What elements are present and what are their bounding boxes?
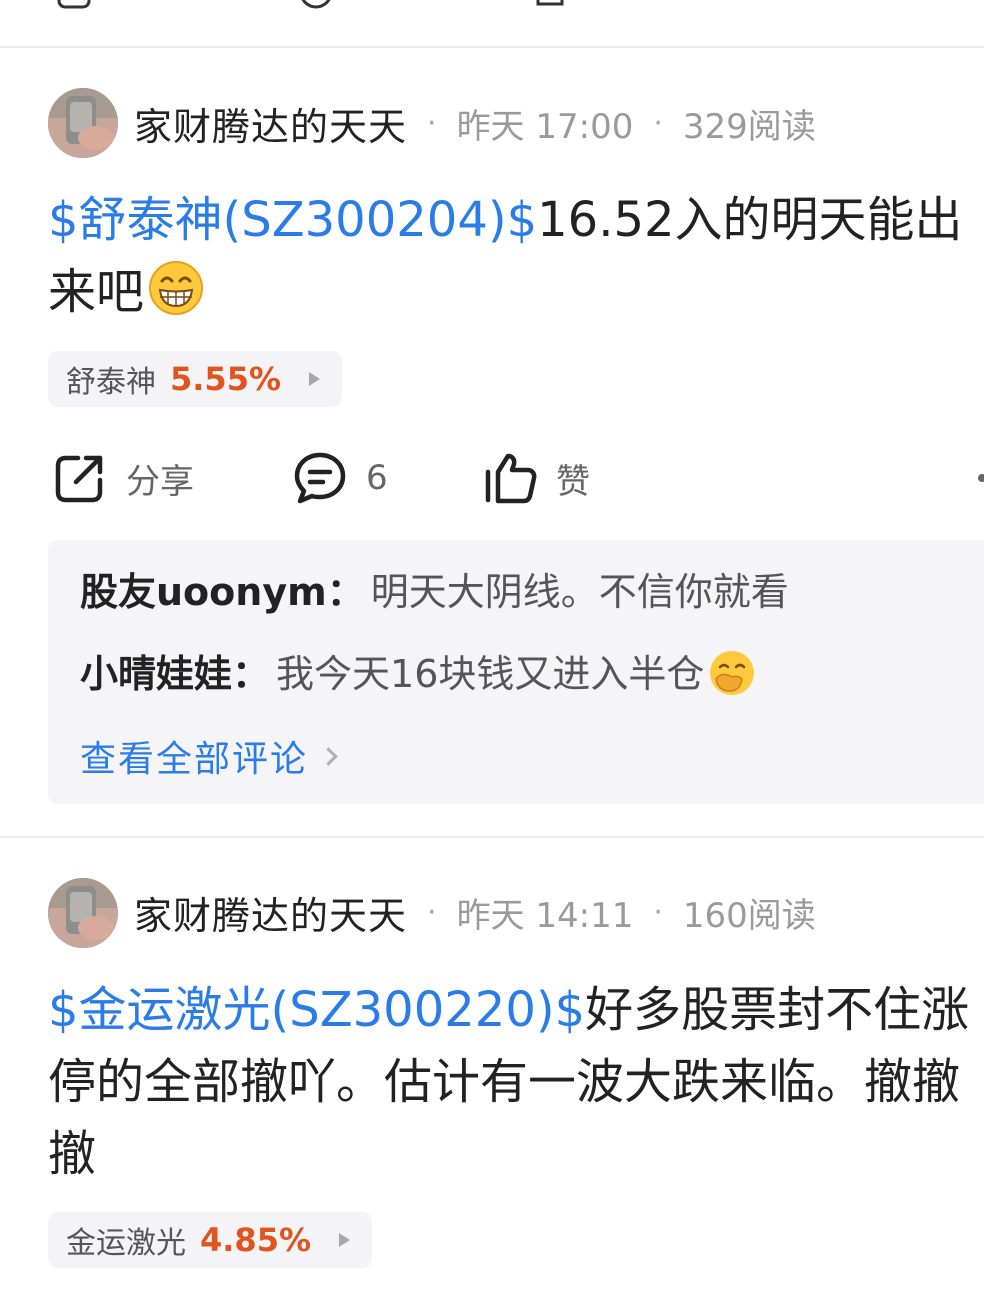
post-card[interactable]: 家财腾达的天天 · 昨天 14:11 · 160阅读 $金运激光(SZ30022… <box>0 840 984 1316</box>
comment-colon: ： <box>326 570 365 614</box>
read-count: 329阅读 <box>682 106 816 147</box>
post-text: 撤 <box>48 1126 97 1182</box>
post-meta: 家财腾达的天天 · 昨天 14:11 · 160阅读 <box>134 882 816 942</box>
author-name[interactable]: 家财腾达的天天 <box>134 96 407 151</box>
post-text: 来吧 <box>48 264 145 320</box>
comment-author[interactable]: 股友uoonym <box>80 570 327 614</box>
comment-icon <box>294 452 346 504</box>
view-all-comments-link[interactable]: 查看全部评论 <box>80 730 338 782</box>
comment-button[interactable]: 6 <box>292 443 388 513</box>
share-label: 分享 <box>126 461 194 502</box>
post-content-line: 撤 <box>48 1118 984 1190</box>
post-meta: 家财腾达的天天 · 昨天 17:00 · 329阅读 <box>134 93 816 153</box>
comment-text: 我今天16块钱又进入半仓 <box>276 652 705 696</box>
hand-over-mouth-icon <box>710 651 755 695</box>
avatar[interactable] <box>48 878 118 948</box>
post-text: 16.52入的明天能出 <box>537 192 963 248</box>
stock-link[interactable]: $舒泰神(SZ300204)$ <box>48 192 537 248</box>
play-arrow-icon <box>309 372 321 386</box>
meta-separator: · <box>427 105 437 141</box>
avatar[interactable] <box>48 88 118 158</box>
meta-separator: · <box>653 105 663 141</box>
post-time: 昨天 14:11 <box>456 895 634 936</box>
play-arrow-icon <box>339 1233 351 1247</box>
share-button[interactable]: 分享 <box>52 443 194 513</box>
stock-chip[interactable]: 金运激光 4.85% <box>48 1212 373 1268</box>
author-name[interactable]: 家财腾达的天天 <box>134 885 407 940</box>
post-content-line: $金运激光(SZ300220)$好多股票封不住涨 <box>48 974 984 1046</box>
stock-chip-name: 金运激光 <box>66 1226 186 1261</box>
share-icon <box>55 455 103 503</box>
stock-chip[interactable]: 舒泰神 5.55% <box>48 351 343 407</box>
comment-text: 明天大阴线。不信你就看 <box>370 570 789 614</box>
stock-chip-name: 舒泰神 <box>66 365 156 400</box>
post-time: 昨天 17:00 <box>456 106 634 147</box>
post-content[interactable]: $金运激光(SZ300220)$好多股票封不住涨 停的全部撤吖。估计有一波大跌来… <box>48 974 984 1190</box>
stock-link[interactable]: $金运激光(SZ300220)$ <box>48 982 585 1038</box>
post-card[interactable]: 家财腾达的天天 · 昨天 17:00 · 329阅读 $舒泰神(SZ300204… <box>0 0 984 830</box>
view-all-comments-label: 查看全部评论 <box>80 739 309 780</box>
like-button[interactable]: 赞 <box>482 443 590 513</box>
more-icon[interactable] <box>978 474 984 482</box>
meta-separator: · <box>427 894 437 930</box>
stock-chip-change: 4.85% <box>200 1221 312 1259</box>
comment-author[interactable]: 小晴娃娃 <box>80 652 232 696</box>
post-content-line: $舒泰神(SZ300204)$16.52入的明天能出 <box>48 184 984 256</box>
post-text: 停的全部撤吖。估计有一波大跌来临。撤撤 <box>48 1054 961 1110</box>
post-content-line: 停的全部撤吖。估计有一波大跌来临。撤撤 <box>48 1046 984 1118</box>
post-content-line: 来吧 <box>48 256 984 328</box>
post-content[interactable]: $舒泰神(SZ300204)$16.52入的明天能出 来吧 <box>48 184 984 328</box>
grinning-face-icon <box>149 261 204 315</box>
chevron-right-icon <box>319 746 338 766</box>
post-action-bar: 分享 6 赞 <box>0 443 984 513</box>
comments-panel: 股友uoonym： 明天大阴线。不信你就看 小晴娃娃： 我今天16块钱又进入半仓 查… <box>48 540 984 804</box>
thumbs-up-icon <box>485 453 537 504</box>
avatar-image <box>48 878 118 948</box>
post-text: 好多股票封不住涨 <box>585 982 970 1038</box>
like-label: 赞 <box>556 461 590 502</box>
stock-chip-change: 5.55% <box>170 360 282 398</box>
comment-item[interactable]: 股友uoonym： 明天大阴线。不信你就看 <box>80 562 789 622</box>
post-divider <box>0 836 984 838</box>
comment-colon: ： <box>232 652 271 696</box>
comment-count: 6 <box>366 458 388 498</box>
comment-item[interactable]: 小晴娃娃： 我今天16块钱又进入半仓 <box>80 644 756 704</box>
avatar-image <box>48 88 118 158</box>
meta-separator: · <box>653 894 663 930</box>
read-count: 160阅读 <box>682 895 816 936</box>
